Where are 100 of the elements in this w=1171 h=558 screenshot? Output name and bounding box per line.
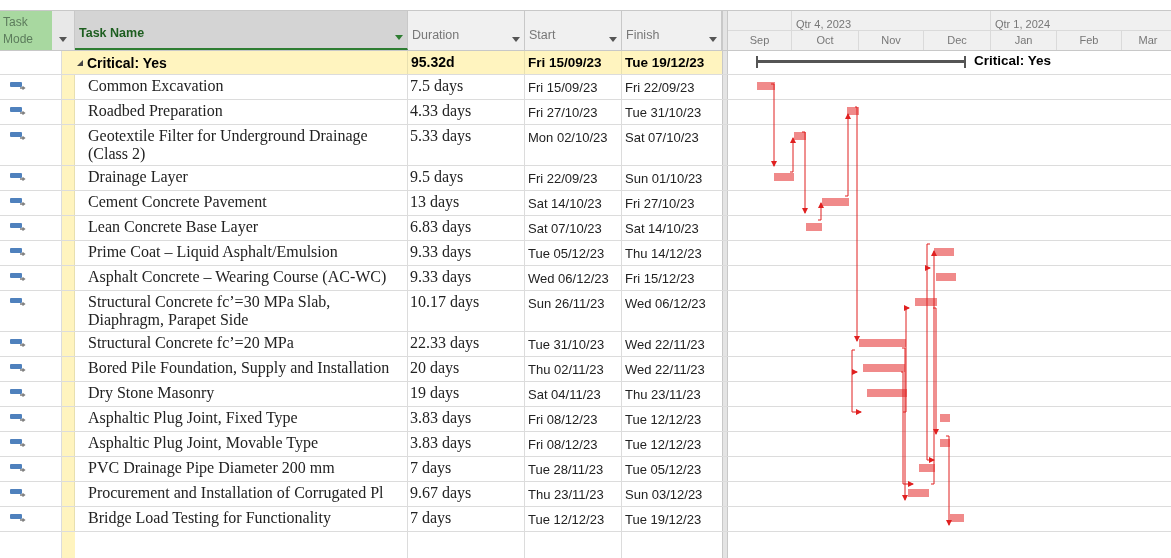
- start-cell: Mon 02/10/23: [528, 130, 608, 145]
- split-bar[interactable]: [722, 382, 728, 406]
- column-header[interactable]: Start: [529, 26, 556, 45]
- duration-cell: 9.33 days: [410, 243, 472, 260]
- finish-cell: Fri 27/10/23: [625, 196, 695, 211]
- finish-cell: Wed 06/12/23: [625, 296, 706, 311]
- indicator-cell: [62, 166, 75, 190]
- dropdown-caret-icon[interactable]: [709, 37, 717, 42]
- split-bar[interactable]: [722, 291, 728, 331]
- split-bar[interactable]: [722, 166, 728, 190]
- month-label: Mar: [1138, 33, 1158, 49]
- split-bar[interactable]: [722, 482, 728, 506]
- split-bar[interactable]: [722, 216, 728, 240]
- start-cell: Fri 15/09/23: [528, 80, 598, 95]
- start-cell: Sat 04/11/23: [528, 387, 601, 402]
- split-bar[interactable]: [722, 507, 728, 531]
- dropdown-caret-icon[interactable]: [59, 37, 67, 42]
- duration-cell: 13 days: [410, 193, 460, 210]
- quarter-label: Qtr 1, 2024: [995, 18, 1051, 30]
- column-header[interactable]: Finish: [626, 26, 660, 45]
- finish-cell: Wed 22/11/23: [625, 362, 705, 377]
- split-bar[interactable]: [722, 432, 728, 456]
- task-bar[interactable]: [806, 223, 822, 231]
- duration-cell: 9.5 days: [410, 168, 464, 185]
- indicator-cell: [62, 407, 75, 431]
- finish-cell: Tue 19/12/23: [625, 55, 705, 70]
- split-bar[interactable]: [722, 407, 728, 431]
- dropdown-caret-icon[interactable]: [512, 37, 520, 42]
- start-cell: Thu 02/11/23: [528, 362, 604, 377]
- task-bar[interactable]: [774, 173, 794, 181]
- split-bar[interactable]: [722, 241, 728, 265]
- task-bar[interactable]: [757, 82, 775, 90]
- task-bar[interactable]: [859, 339, 906, 347]
- task-mode-icon: [10, 464, 26, 473]
- month-label: Feb: [1079, 33, 1099, 49]
- task-mode-icon: [10, 132, 26, 141]
- duration-cell: 19 days: [410, 384, 460, 401]
- indicator-cell: [62, 457, 75, 481]
- collapse-triangle-icon[interactable]: [77, 59, 83, 66]
- task-bar[interactable]: [919, 464, 935, 472]
- task-bar[interactable]: [863, 364, 905, 372]
- task-bar[interactable]: [867, 389, 907, 397]
- dropdown-caret-icon[interactable]: [609, 37, 617, 42]
- task-bar[interactable]: [936, 273, 956, 281]
- finish-cell: Sat 14/10/23: [625, 221, 699, 236]
- start-cell: Sat 07/10/23: [528, 221, 602, 236]
- task-mode-icon: [10, 489, 26, 498]
- summary-bar[interactable]: [756, 56, 966, 68]
- month-label: Nov: [881, 33, 901, 49]
- split-bar[interactable]: [722, 357, 728, 381]
- task-bar[interactable]: [847, 107, 859, 115]
- task-mode-icon: [10, 198, 26, 207]
- task-bar[interactable]: [794, 132, 806, 140]
- dropdown-caret-icon[interactable]: [395, 35, 403, 40]
- finish-cell: Thu 23/11/23: [625, 387, 701, 402]
- month-label: Sep: [749, 33, 770, 49]
- duration-cell: 3.83 days: [410, 409, 472, 426]
- task-mode-icon: [10, 173, 26, 182]
- task-mode-icon: [10, 107, 26, 116]
- split-bar[interactable]: [722, 125, 728, 165]
- indicator-cell: [62, 507, 75, 531]
- split-bar[interactable]: [722, 457, 728, 481]
- task-name: Structural Concrete fc’=30 MPa Slab, Diaphragm, Parapet Side: [88, 293, 332, 329]
- finish-cell: Tue 05/12/23: [625, 462, 702, 477]
- indicator-cell: [62, 266, 75, 290]
- indicator-cell: [62, 216, 75, 240]
- task-mode-icon: [10, 364, 26, 373]
- split-bar[interactable]: [722, 332, 728, 356]
- split-bar[interactable]: [722, 51, 728, 74]
- task-bar[interactable]: [940, 439, 950, 447]
- split-bar[interactable]: [722, 100, 728, 124]
- task-bar[interactable]: [934, 248, 954, 256]
- task-bar[interactable]: [915, 298, 937, 306]
- task-bar[interactable]: [822, 198, 849, 206]
- start-cell: Fri 08/12/23: [528, 437, 598, 452]
- start-cell: Sun 26/11/23: [528, 296, 605, 311]
- task-bar[interactable]: [908, 489, 929, 497]
- duration-cell: 20 days: [410, 359, 460, 376]
- indicator-cell: [62, 482, 75, 506]
- start-cell: Thu 23/11/23: [528, 487, 604, 502]
- column-header[interactable]: Duration: [412, 26, 460, 45]
- column-header[interactable]: Task Name: [79, 24, 145, 43]
- start-cell: Fri 27/10/23: [528, 105, 598, 120]
- indicator-cell: [62, 357, 75, 381]
- duration-cell: 7.5 days: [410, 77, 464, 94]
- duration-cell: 6.83 days: [410, 218, 472, 235]
- finish-cell: Tue 19/12/23: [625, 512, 702, 527]
- finish-cell: Sat 07/10/23: [625, 130, 699, 145]
- task-name: PVC Drainage Pipe Diameter 200 mm: [88, 459, 336, 477]
- task-mode-icon: [10, 82, 26, 91]
- split-bar[interactable]: [722, 11, 728, 50]
- split-bar[interactable]: [722, 75, 728, 99]
- duration-cell: 95.32d: [411, 54, 455, 70]
- dependency-arrow: [789, 137, 796, 173]
- split-bar[interactable]: [722, 191, 728, 215]
- task-bar[interactable]: [940, 414, 950, 422]
- duration-cell: 10.17 days: [410, 293, 480, 310]
- split-bar[interactable]: [722, 266, 728, 290]
- task-name: Prime Coat – Liquid Asphalt/Emulsion: [88, 243, 339, 261]
- task-bar[interactable]: [950, 514, 964, 522]
